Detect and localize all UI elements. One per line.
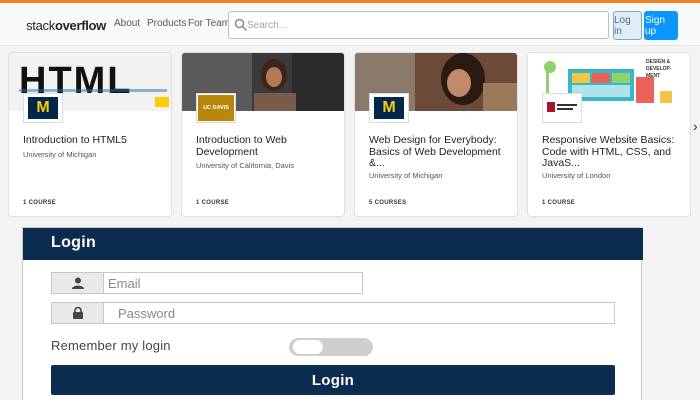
search-box[interactable] (228, 11, 609, 39)
course-card[interactable]: HTML M Introduction to HTML5 University … (8, 52, 172, 217)
user-icon (52, 273, 104, 293)
university-logo: M (23, 93, 63, 123)
course-card[interactable]: M Web Design for Everybody: Basics of We… (354, 52, 518, 217)
course-title[interactable]: Web Design for Everybody: Basics of Web … (369, 134, 511, 170)
course-university: University of Michigan (23, 150, 97, 159)
stackoverflow-logo[interactable]: stackoverflow (24, 10, 106, 40)
remember-label: Remember my login (51, 338, 171, 353)
michigan-logo-icon: M (374, 97, 404, 119)
course-title[interactable]: Introduction to Web Development (196, 134, 338, 158)
login-title: Login (51, 234, 97, 251)
university-of-london-logo-icon (544, 97, 580, 119)
course-university: University of California, Davis (196, 161, 294, 170)
login-button[interactable]: Log in (613, 11, 642, 40)
carousel-next-icon[interactable]: › (693, 118, 698, 134)
course-title[interactable]: Introduction to HTML5 (23, 134, 165, 147)
svg-text:DESIGN &: DESIGN & (646, 59, 671, 65)
nav-products[interactable]: Products (147, 18, 186, 29)
course-count: 1 COURSE (196, 200, 230, 206)
university-logo: UC DAVIS (196, 93, 236, 123)
lock-icon (52, 303, 104, 323)
course-count: 1 COURSE (542, 200, 576, 206)
course-university: University of Michigan (369, 171, 443, 180)
course-card[interactable]: UC DAVIS Introduction to Web Development… (181, 52, 345, 217)
password-input[interactable] (118, 304, 598, 322)
logo-text: stackoverflow (26, 17, 106, 33)
course-count: 5 COURSES (369, 200, 407, 206)
toggle-knob (293, 340, 323, 354)
nav-about[interactable]: About (114, 18, 140, 29)
university-logo (542, 93, 582, 123)
site-header: stackoverflow About Products For Teams L… (0, 0, 700, 46)
university-logo: M (369, 93, 409, 123)
course-university: University of London (542, 171, 611, 180)
signup-button[interactable]: Sign up (644, 11, 678, 40)
search-input[interactable] (247, 14, 597, 36)
search-icon (234, 18, 248, 32)
login-header: Login (23, 228, 643, 260)
course-card[interactable]: DESIGN & DEVELOP- MENT Responsive Websit… (527, 52, 691, 217)
login-panel: Login Remember my login Login (22, 227, 643, 400)
course-count: 1 COURSE (23, 200, 57, 206)
remember-toggle[interactable] (289, 338, 373, 356)
michigan-logo-icon: M (28, 97, 58, 119)
email-input[interactable] (108, 274, 358, 292)
password-field[interactable] (51, 302, 615, 324)
course-title[interactable]: Responsive Website Basics: Code with HTM… (542, 134, 684, 170)
svg-text:DEVELOP-: DEVELOP- (646, 66, 672, 72)
email-field[interactable] (51, 272, 363, 294)
uc-davis-logo-icon: UC DAVIS (198, 95, 234, 121)
svg-text:MENT: MENT (646, 73, 660, 79)
login-submit-button[interactable]: Login (51, 365, 615, 395)
